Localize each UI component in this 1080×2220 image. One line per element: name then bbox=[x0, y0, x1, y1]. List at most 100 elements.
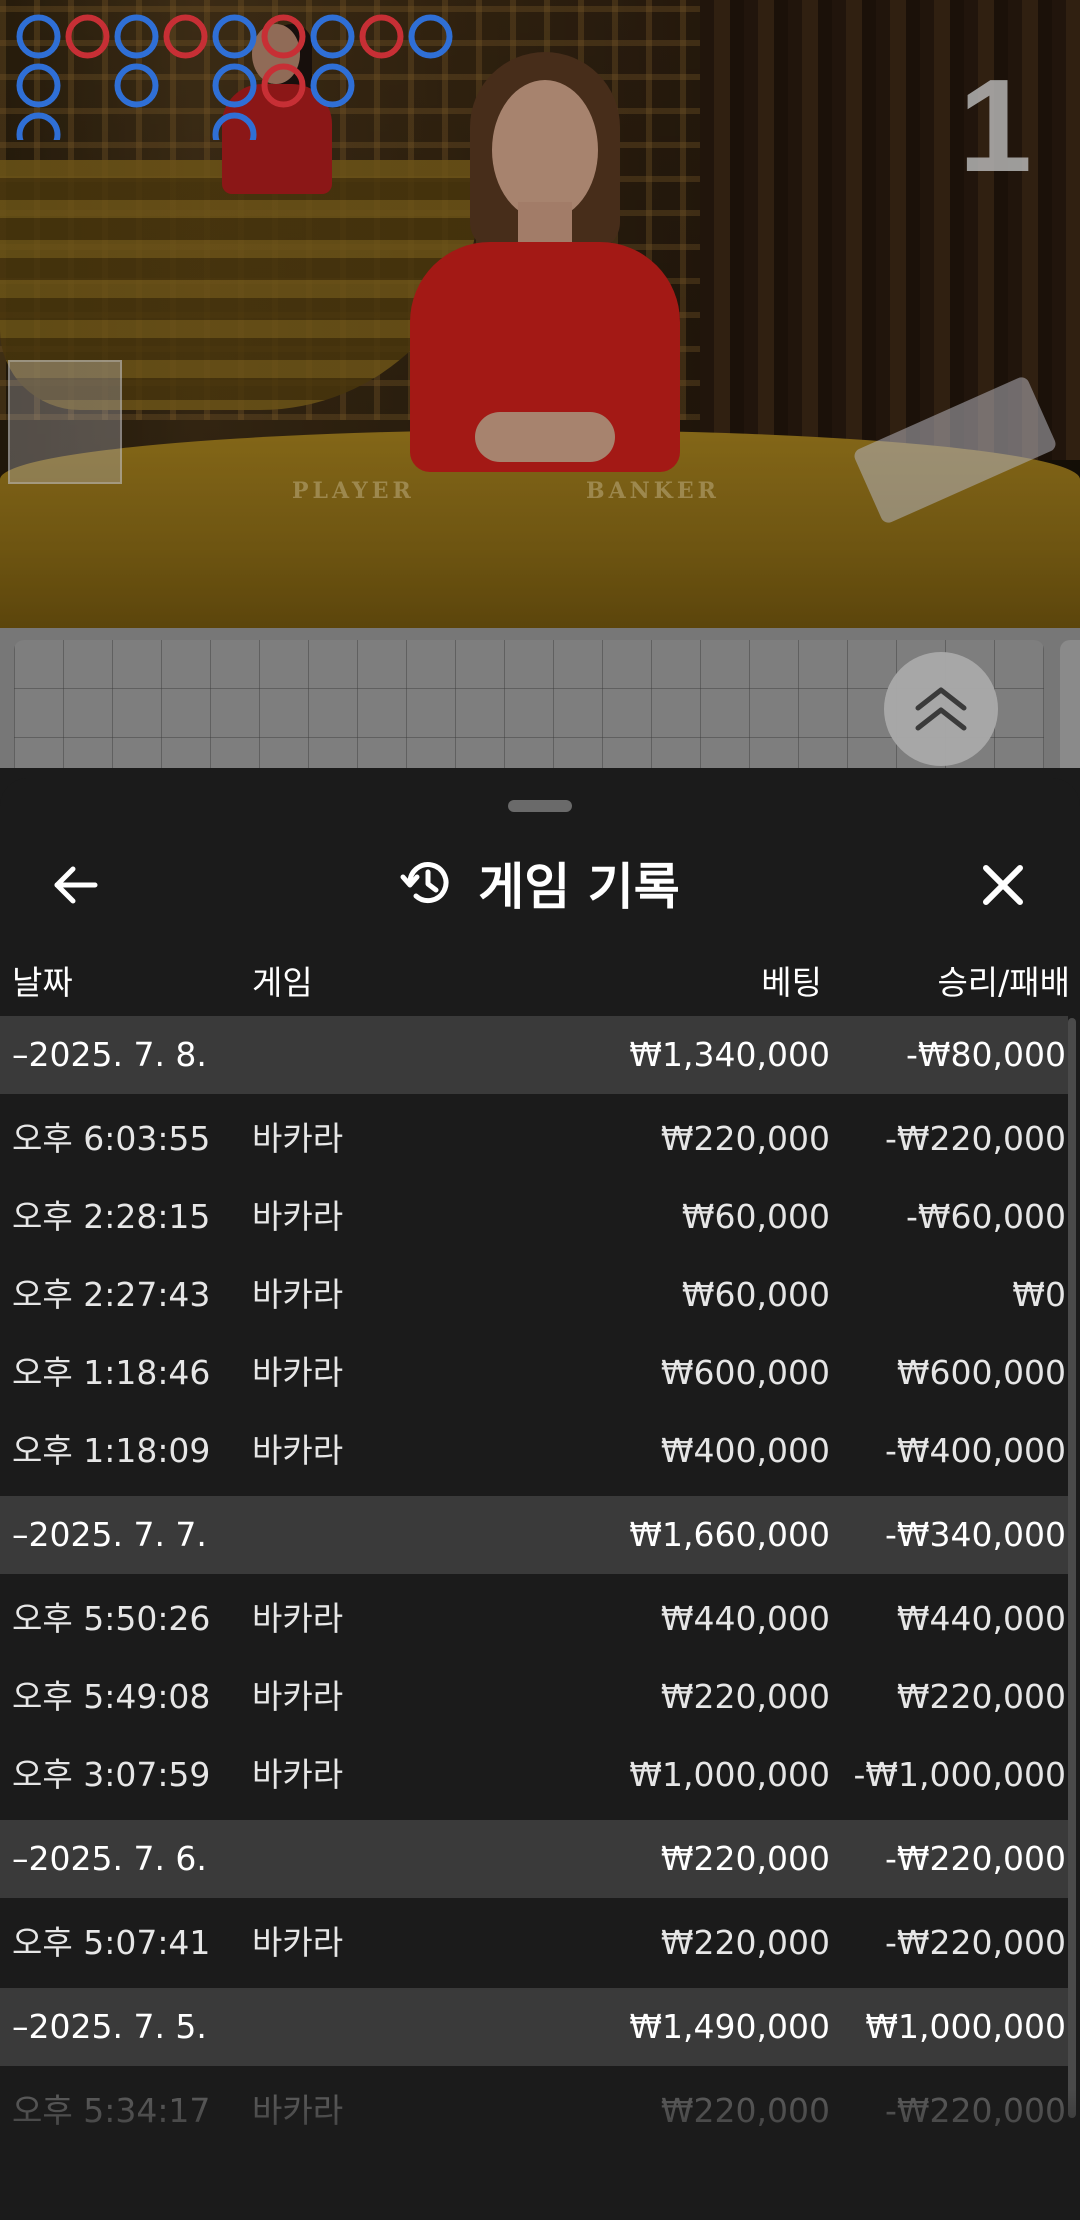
group-bet-total: ₩1,660,000 bbox=[629, 1515, 830, 1554]
table-row[interactable]: 오후 5:50:26 바카라 ₩440,000 ₩440,000 bbox=[0, 1580, 1068, 1658]
row-bet: ₩440,000 bbox=[660, 1599, 830, 1638]
group-win-total: -₩80,000 bbox=[905, 1035, 1066, 1074]
table-row[interactable]: 오후 2:27:43 바카라 ₩60,000 ₩0 bbox=[0, 1256, 1068, 1334]
player-bead bbox=[212, 14, 257, 59]
date-group-row[interactable]: –2025. 7. 6. ₩220,000 -₩220,000 bbox=[0, 1820, 1068, 1898]
row-win-loss: ₩440,000 bbox=[896, 1599, 1066, 1638]
player-bead bbox=[310, 63, 355, 108]
row-bet: ₩220,000 bbox=[660, 1677, 830, 1716]
table-row[interactable]: 오후 6:03:55 바카라 ₩220,000 -₩220,000 bbox=[0, 1100, 1068, 1178]
table-row[interactable]: 오후 2:28:15 바카라 ₩60,000 -₩60,000 bbox=[0, 1178, 1068, 1256]
row-win-loss: -₩220,000 bbox=[884, 1923, 1066, 1962]
column-header-bet: 베팅 bbox=[761, 963, 822, 1002]
back-button[interactable] bbox=[40, 850, 110, 920]
date-group-row[interactable]: –2025. 7. 8. ₩1,340,000 -₩80,000 bbox=[0, 1016, 1068, 1094]
row-win-loss: -₩400,000 bbox=[884, 1431, 1066, 1470]
column-header-date: 날짜 bbox=[12, 963, 73, 1002]
double-chevron-up-icon bbox=[915, 687, 967, 731]
row-game: 바카라 bbox=[252, 1677, 344, 1716]
arrow-left-icon bbox=[54, 866, 98, 904]
column-header-game: 게임 bbox=[252, 963, 313, 1002]
row-bet: ₩60,000 bbox=[681, 1197, 830, 1236]
row-bet: ₩220,000 bbox=[660, 1119, 830, 1158]
group-date: –2025. 7. 5. bbox=[12, 2007, 207, 2046]
player-bead bbox=[114, 63, 159, 108]
row-game: 바카라 bbox=[252, 1353, 344, 1392]
group-bet-total: ₩220,000 bbox=[660, 1839, 830, 1878]
row-game: 바카라 bbox=[252, 1923, 344, 1962]
row-time: 오후 2:27:43 bbox=[12, 1275, 211, 1314]
row-win-loss: -₩220,000 bbox=[884, 2091, 1066, 2130]
row-bet: ₩400,000 bbox=[660, 1431, 830, 1470]
row-time: 오후 5:50:26 bbox=[12, 1599, 211, 1638]
player-bead bbox=[408, 14, 453, 59]
table-row[interactable]: 오후 5:49:08 바카라 ₩220,000 ₩220,000 bbox=[0, 1658, 1068, 1736]
group-win-total: -₩340,000 bbox=[884, 1515, 1066, 1554]
row-win-loss: ₩220,000 bbox=[896, 1677, 1066, 1716]
group-win-total: ₩1,000,000 bbox=[865, 2007, 1066, 2046]
player-bead bbox=[16, 63, 61, 108]
player-bead bbox=[310, 14, 355, 59]
banker-bead bbox=[359, 14, 404, 59]
row-win-loss: ₩600,000 bbox=[896, 1353, 1066, 1392]
table-row[interactable]: 오후 1:18:09 바카라 ₩400,000 -₩400,000 bbox=[0, 1412, 1068, 1490]
group-date: –2025. 7. 6. bbox=[12, 1839, 207, 1878]
row-time: 오후 3:07:59 bbox=[12, 1755, 211, 1794]
group-date: –2025. 7. 7. bbox=[12, 1515, 207, 1554]
group-date: –2025. 7. 8. bbox=[12, 1035, 207, 1074]
row-bet: ₩220,000 bbox=[660, 1923, 830, 1962]
row-bet: ₩60,000 bbox=[681, 1275, 830, 1314]
row-time: 오후 2:28:15 bbox=[12, 1197, 211, 1236]
row-time: 오후 6:03:55 bbox=[12, 1119, 211, 1158]
expand-road-button[interactable] bbox=[884, 652, 998, 766]
group-win-total: -₩220,000 bbox=[884, 1839, 1066, 1878]
date-group-row[interactable]: –2025. 7. 5. ₩1,490,000 ₩1,000,000 bbox=[0, 1988, 1068, 2066]
date-group-row[interactable]: –2025. 7. 7. ₩1,660,000 -₩340,000 bbox=[0, 1496, 1068, 1574]
row-win-loss: ₩0 bbox=[1012, 1275, 1066, 1314]
player-bead bbox=[16, 112, 61, 140]
group-bet-total: ₩1,340,000 bbox=[629, 1035, 830, 1074]
row-time: 오후 1:18:46 bbox=[12, 1353, 211, 1392]
row-bet: ₩600,000 bbox=[660, 1353, 830, 1392]
player-bead bbox=[114, 14, 159, 59]
column-header-win-loss: 승리/패배 bbox=[937, 963, 1070, 1002]
row-time: 오후 1:18:09 bbox=[12, 1431, 211, 1470]
player-bead bbox=[212, 63, 257, 108]
row-game: 바카라 bbox=[252, 1755, 344, 1794]
scrollbar[interactable] bbox=[1068, 1018, 1076, 2118]
history-icon bbox=[400, 862, 449, 904]
sheet-drag-handle[interactable] bbox=[508, 800, 572, 812]
row-bet: ₩1,000,000 bbox=[629, 1755, 830, 1794]
player-bead bbox=[16, 14, 61, 59]
group-bet-total: ₩1,490,000 bbox=[629, 2007, 830, 2046]
table-row[interactable]: 오후 1:18:46 바카라 ₩600,000 ₩600,000 bbox=[0, 1334, 1068, 1412]
row-win-loss: -₩1,000,000 bbox=[853, 1755, 1067, 1794]
close-button[interactable] bbox=[968, 850, 1038, 920]
row-time: 오후 5:34:17 bbox=[12, 2091, 211, 2130]
page-title: 게임 기록 bbox=[478, 858, 680, 916]
banker-bead bbox=[65, 14, 110, 59]
row-win-loss: -₩60,000 bbox=[905, 1197, 1066, 1236]
sheet-header: 게임 기록 bbox=[0, 828, 1080, 938]
row-bet: ₩220,000 bbox=[660, 2091, 830, 2130]
banker-bead bbox=[163, 14, 208, 59]
row-time: 오후 5:07:41 bbox=[12, 1923, 211, 1962]
table-row[interactable]: 오후 5:07:41 바카라 ₩220,000 -₩220,000 bbox=[0, 1904, 1068, 1982]
banker-bead bbox=[261, 14, 306, 59]
game-history-sheet: 게임 기록 날짜 게임 베팅 승리/패배 –2025. 7. 8. ₩1,340… bbox=[0, 778, 1080, 2220]
table-row[interactable]: 오후 3:07:59 바카라 ₩1,000,000 -₩1,000,000 bbox=[0, 1736, 1068, 1814]
row-game: 바카라 bbox=[252, 2091, 344, 2130]
row-game: 바카라 bbox=[252, 1599, 344, 1638]
next-road-edge bbox=[1060, 640, 1080, 768]
row-game: 바카라 bbox=[252, 1119, 344, 1158]
table-row[interactable]: 오후 5:34:17 바카라 ₩220,000 -₩220,000 bbox=[0, 2072, 1068, 2150]
row-game: 바카라 bbox=[252, 1275, 344, 1314]
history-list[interactable]: –2025. 7. 8. ₩1,340,000 -₩80,000 오후 6:03… bbox=[0, 1016, 1068, 2150]
close-icon bbox=[983, 865, 1023, 905]
row-game: 바카라 bbox=[252, 1197, 344, 1236]
banker-bead bbox=[261, 63, 306, 108]
bead-road-beads bbox=[16, 14, 453, 140]
player-bead bbox=[212, 112, 257, 140]
row-time: 오후 5:49:08 bbox=[12, 1677, 211, 1716]
row-game: 바카라 bbox=[252, 1431, 344, 1470]
